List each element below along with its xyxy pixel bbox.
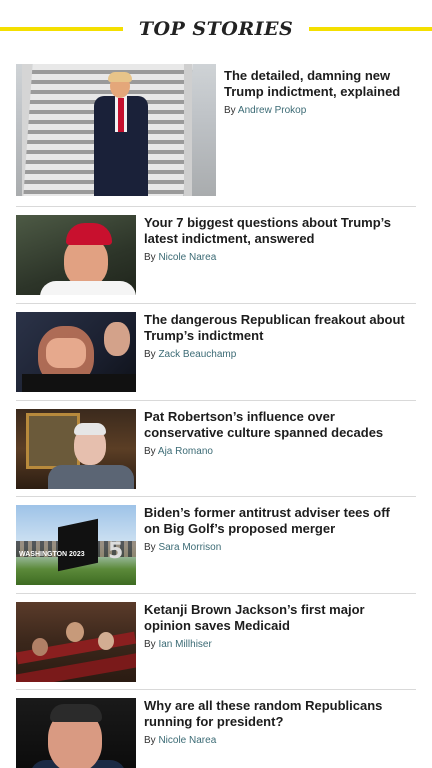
byline-prefix: By xyxy=(144,639,156,650)
story-headline[interactable]: Ketanji Brown Jackson’s first major opin… xyxy=(144,602,408,634)
story-headline[interactable]: Your 7 biggest questions about Trump’s l… xyxy=(144,215,408,247)
story-headline[interactable]: Pat Robertson’s influence over conservat… xyxy=(144,409,408,441)
story-item[interactable]: The dangerous Republican freakout about … xyxy=(16,303,416,400)
story-text: Biden’s former antitrust adviser tees of… xyxy=(136,505,408,593)
author-link[interactable]: Zack Beauchamp xyxy=(158,349,236,360)
lead-story-byline: By Andrew Prokop xyxy=(224,105,408,116)
lead-story-image[interactable] xyxy=(16,64,216,196)
top-stories-page: TOP STORIES The detailed, damning new Tr… xyxy=(0,0,432,768)
lead-story-headline[interactable]: The detailed, damning new Trump indictme… xyxy=(224,68,408,100)
story-item[interactable]: Why are all these random Republicans run… xyxy=(16,689,416,768)
story-text: Ketanji Brown Jackson’s first major opin… xyxy=(136,602,408,690)
lead-story[interactable]: The detailed, damning new Trump indictme… xyxy=(16,64,416,206)
byline-prefix: By xyxy=(144,349,156,360)
author-link[interactable]: Nicole Narea xyxy=(158,252,216,263)
story-image[interactable] xyxy=(16,312,136,392)
byline-prefix: By xyxy=(144,735,156,746)
story-item[interactable]: Your 7 biggest questions about Trump’s l… xyxy=(16,206,416,303)
story-headline[interactable]: Why are all these random Republicans run… xyxy=(144,698,408,730)
image-number: 5 xyxy=(108,539,124,564)
story-image[interactable] xyxy=(16,215,136,295)
story-image[interactable] xyxy=(16,409,136,489)
byline-prefix: By xyxy=(144,542,156,553)
byline-prefix: By xyxy=(224,105,236,116)
author-link[interactable]: Ian Millhiser xyxy=(158,639,211,650)
story-byline: By Aja Romano xyxy=(144,446,408,457)
story-item[interactable]: Ketanji Brown Jackson’s first major opin… xyxy=(16,593,416,690)
story-byline: By Nicole Narea xyxy=(144,252,408,263)
header-rule-right xyxy=(309,27,432,31)
author-link[interactable]: Andrew Prokop xyxy=(238,105,306,116)
story-byline: By Sara Morrison xyxy=(144,542,408,553)
story-text: Your 7 biggest questions about Trump’s l… xyxy=(136,215,408,303)
image-caption-text: WASHINGTON 2023 xyxy=(19,551,85,558)
header-rule-left xyxy=(0,27,123,31)
byline-prefix: By xyxy=(144,252,156,263)
story-byline: By Nicole Narea xyxy=(144,735,408,746)
story-text: Pat Robertson’s influence over conservat… xyxy=(136,409,408,497)
section-header: TOP STORIES xyxy=(0,14,432,44)
story-image[interactable]: 5 WASHINGTON 2023 xyxy=(16,505,136,585)
story-item[interactable]: Pat Robertson’s influence over conservat… xyxy=(16,400,416,497)
section-title: TOP STORIES xyxy=(138,18,294,40)
story-headline[interactable]: The dangerous Republican freakout about … xyxy=(144,312,408,344)
lead-story-text: The detailed, damning new Trump indictme… xyxy=(216,64,408,206)
author-link[interactable]: Aja Romano xyxy=(158,446,213,457)
author-link[interactable]: Nicole Narea xyxy=(158,735,216,746)
byline-prefix: By xyxy=(144,446,156,457)
story-byline: By Ian Millhiser xyxy=(144,639,408,650)
story-headline[interactable]: Biden’s former antitrust adviser tees of… xyxy=(144,505,408,537)
author-link[interactable]: Sara Morrison xyxy=(158,542,221,553)
story-byline: By Zack Beauchamp xyxy=(144,349,408,360)
story-text: The dangerous Republican freakout about … xyxy=(136,312,408,400)
story-text: Why are all these random Republicans run… xyxy=(136,698,408,768)
story-image[interactable] xyxy=(16,602,136,682)
story-item[interactable]: 5 WASHINGTON 2023 Biden’s former antitru… xyxy=(16,496,416,593)
story-image[interactable] xyxy=(16,698,136,768)
